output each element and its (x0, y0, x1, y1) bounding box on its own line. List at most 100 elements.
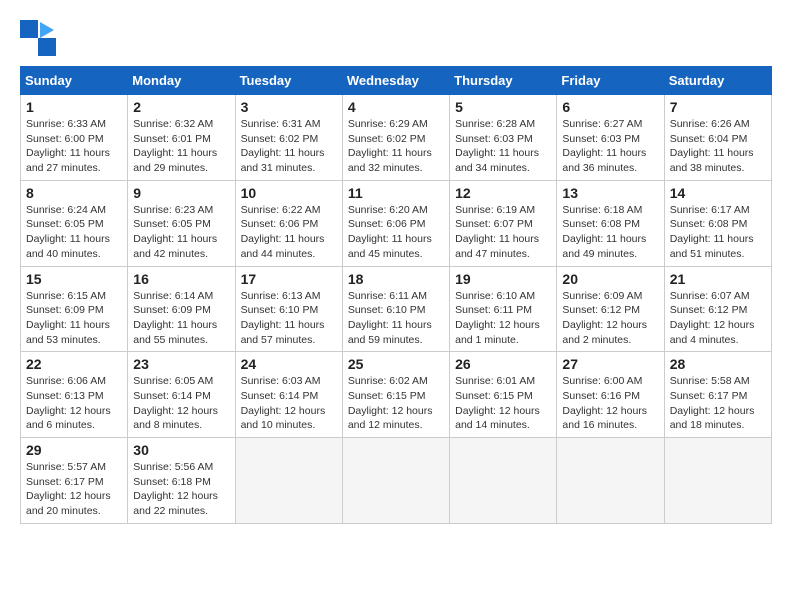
calendar-cell: 5 Sunrise: 6:28 AM Sunset: 6:03 PM Dayli… (450, 95, 557, 181)
calendar-cell: 9 Sunrise: 6:23 AM Sunset: 6:05 PM Dayli… (128, 180, 235, 266)
calendar-cell: 3 Sunrise: 6:31 AM Sunset: 6:02 PM Dayli… (235, 95, 342, 181)
day-number: 7 (670, 99, 766, 115)
calendar-cell (450, 438, 557, 524)
day-number: 9 (133, 185, 229, 201)
weekday-header-sunday: Sunday (21, 67, 128, 95)
calendar-cell: 15 Sunrise: 6:15 AM Sunset: 6:09 PM Dayl… (21, 266, 128, 352)
day-info: Sunrise: 6:26 AM Sunset: 6:04 PM Dayligh… (670, 117, 766, 176)
calendar-cell: 30 Sunrise: 5:56 AM Sunset: 6:18 PM Dayl… (128, 438, 235, 524)
day-number: 19 (455, 271, 551, 287)
day-info: Sunrise: 6:17 AM Sunset: 6:08 PM Dayligh… (670, 203, 766, 262)
day-number: 25 (348, 356, 444, 372)
day-number: 14 (670, 185, 766, 201)
day-info: Sunrise: 6:32 AM Sunset: 6:01 PM Dayligh… (133, 117, 229, 176)
calendar-cell: 6 Sunrise: 6:27 AM Sunset: 6:03 PM Dayli… (557, 95, 664, 181)
day-number: 11 (348, 185, 444, 201)
day-info: Sunrise: 6:05 AM Sunset: 6:14 PM Dayligh… (133, 374, 229, 433)
day-info: Sunrise: 6:00 AM Sunset: 6:16 PM Dayligh… (562, 374, 658, 433)
day-info: Sunrise: 6:15 AM Sunset: 6:09 PM Dayligh… (26, 289, 122, 348)
day-number: 15 (26, 271, 122, 287)
weekday-header-saturday: Saturday (664, 67, 771, 95)
day-info: Sunrise: 6:19 AM Sunset: 6:07 PM Dayligh… (455, 203, 551, 262)
day-number: 23 (133, 356, 229, 372)
day-info: Sunrise: 6:31 AM Sunset: 6:02 PM Dayligh… (241, 117, 337, 176)
day-info: Sunrise: 6:33 AM Sunset: 6:00 PM Dayligh… (26, 117, 122, 176)
day-number: 3 (241, 99, 337, 115)
day-number: 30 (133, 442, 229, 458)
day-number: 5 (455, 99, 551, 115)
calendar-cell: 11 Sunrise: 6:20 AM Sunset: 6:06 PM Dayl… (342, 180, 449, 266)
day-info: Sunrise: 6:14 AM Sunset: 6:09 PM Dayligh… (133, 289, 229, 348)
day-number: 4 (348, 99, 444, 115)
day-number: 13 (562, 185, 658, 201)
calendar-cell: 19 Sunrise: 6:10 AM Sunset: 6:11 PM Dayl… (450, 266, 557, 352)
day-info: Sunrise: 6:09 AM Sunset: 6:12 PM Dayligh… (562, 289, 658, 348)
day-info: Sunrise: 6:24 AM Sunset: 6:05 PM Dayligh… (26, 203, 122, 262)
day-number: 6 (562, 99, 658, 115)
day-number: 2 (133, 99, 229, 115)
calendar-cell (342, 438, 449, 524)
day-number: 20 (562, 271, 658, 287)
day-number: 24 (241, 356, 337, 372)
calendar-cell: 8 Sunrise: 6:24 AM Sunset: 6:05 PM Dayli… (21, 180, 128, 266)
calendar-cell: 7 Sunrise: 6:26 AM Sunset: 6:04 PM Dayli… (664, 95, 771, 181)
weekday-header-monday: Monday (128, 67, 235, 95)
day-info: Sunrise: 6:11 AM Sunset: 6:10 PM Dayligh… (348, 289, 444, 348)
day-number: 28 (670, 356, 766, 372)
calendar: SundayMondayTuesdayWednesdayThursdayFrid… (20, 66, 772, 524)
calendar-cell: 14 Sunrise: 6:17 AM Sunset: 6:08 PM Dayl… (664, 180, 771, 266)
day-info: Sunrise: 6:13 AM Sunset: 6:10 PM Dayligh… (241, 289, 337, 348)
calendar-cell: 13 Sunrise: 6:18 AM Sunset: 6:08 PM Dayl… (557, 180, 664, 266)
weekday-header-tuesday: Tuesday (235, 67, 342, 95)
day-number: 21 (670, 271, 766, 287)
calendar-cell: 23 Sunrise: 6:05 AM Sunset: 6:14 PM Dayl… (128, 352, 235, 438)
day-info: Sunrise: 6:22 AM Sunset: 6:06 PM Dayligh… (241, 203, 337, 262)
day-info: Sunrise: 6:20 AM Sunset: 6:06 PM Dayligh… (348, 203, 444, 262)
calendar-cell: 18 Sunrise: 6:11 AM Sunset: 6:10 PM Dayl… (342, 266, 449, 352)
day-number: 17 (241, 271, 337, 287)
day-number: 22 (26, 356, 122, 372)
day-info: Sunrise: 6:28 AM Sunset: 6:03 PM Dayligh… (455, 117, 551, 176)
day-info: Sunrise: 6:06 AM Sunset: 6:13 PM Dayligh… (26, 374, 122, 433)
calendar-cell: 16 Sunrise: 6:14 AM Sunset: 6:09 PM Dayl… (128, 266, 235, 352)
weekday-header-friday: Friday (557, 67, 664, 95)
calendar-cell: 2 Sunrise: 6:32 AM Sunset: 6:01 PM Dayli… (128, 95, 235, 181)
day-number: 29 (26, 442, 122, 458)
weekday-header-wednesday: Wednesday (342, 67, 449, 95)
calendar-cell: 26 Sunrise: 6:01 AM Sunset: 6:15 PM Dayl… (450, 352, 557, 438)
day-number: 27 (562, 356, 658, 372)
calendar-cell: 4 Sunrise: 6:29 AM Sunset: 6:02 PM Dayli… (342, 95, 449, 181)
day-info: Sunrise: 6:02 AM Sunset: 6:15 PM Dayligh… (348, 374, 444, 433)
day-info: Sunrise: 6:27 AM Sunset: 6:03 PM Dayligh… (562, 117, 658, 176)
day-info: Sunrise: 6:10 AM Sunset: 6:11 PM Dayligh… (455, 289, 551, 348)
day-info: Sunrise: 5:57 AM Sunset: 6:17 PM Dayligh… (26, 460, 122, 519)
calendar-cell: 29 Sunrise: 5:57 AM Sunset: 6:17 PM Dayl… (21, 438, 128, 524)
calendar-cell: 1 Sunrise: 6:33 AM Sunset: 6:00 PM Dayli… (21, 95, 128, 181)
calendar-cell: 25 Sunrise: 6:02 AM Sunset: 6:15 PM Dayl… (342, 352, 449, 438)
day-info: Sunrise: 6:07 AM Sunset: 6:12 PM Dayligh… (670, 289, 766, 348)
calendar-cell: 17 Sunrise: 6:13 AM Sunset: 6:10 PM Dayl… (235, 266, 342, 352)
logo (20, 20, 60, 56)
day-info: Sunrise: 6:18 AM Sunset: 6:08 PM Dayligh… (562, 203, 658, 262)
day-info: Sunrise: 6:23 AM Sunset: 6:05 PM Dayligh… (133, 203, 229, 262)
calendar-cell: 27 Sunrise: 6:00 AM Sunset: 6:16 PM Dayl… (557, 352, 664, 438)
day-number: 18 (348, 271, 444, 287)
calendar-cell: 22 Sunrise: 6:06 AM Sunset: 6:13 PM Dayl… (21, 352, 128, 438)
calendar-cell (235, 438, 342, 524)
day-info: Sunrise: 6:01 AM Sunset: 6:15 PM Dayligh… (455, 374, 551, 433)
day-number: 1 (26, 99, 122, 115)
calendar-cell: 28 Sunrise: 5:58 AM Sunset: 6:17 PM Dayl… (664, 352, 771, 438)
calendar-cell (664, 438, 771, 524)
day-number: 10 (241, 185, 337, 201)
day-number: 26 (455, 356, 551, 372)
weekday-header-thursday: Thursday (450, 67, 557, 95)
day-info: Sunrise: 5:56 AM Sunset: 6:18 PM Dayligh… (133, 460, 229, 519)
day-number: 16 (133, 271, 229, 287)
calendar-cell: 21 Sunrise: 6:07 AM Sunset: 6:12 PM Dayl… (664, 266, 771, 352)
calendar-cell (557, 438, 664, 524)
day-number: 12 (455, 185, 551, 201)
calendar-cell: 10 Sunrise: 6:22 AM Sunset: 6:06 PM Dayl… (235, 180, 342, 266)
day-info: Sunrise: 5:58 AM Sunset: 6:17 PM Dayligh… (670, 374, 766, 433)
day-info: Sunrise: 6:03 AM Sunset: 6:14 PM Dayligh… (241, 374, 337, 433)
calendar-cell: 12 Sunrise: 6:19 AM Sunset: 6:07 PM Dayl… (450, 180, 557, 266)
